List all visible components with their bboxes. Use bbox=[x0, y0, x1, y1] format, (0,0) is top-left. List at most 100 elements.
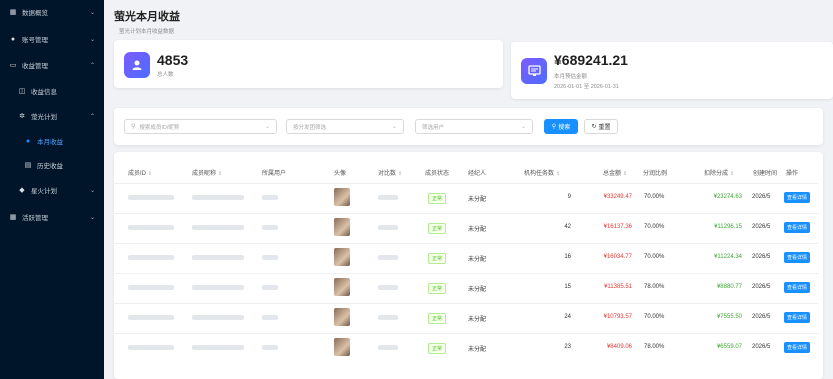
sidebar-item-activity[interactable]: ▦ 活跃管理 ⌄ bbox=[0, 209, 104, 225]
sidebar-item-label: 数据概览 bbox=[22, 10, 48, 17]
column-header[interactable]: 成员昵称 ⇕ bbox=[192, 168, 222, 177]
blurred-member-id bbox=[128, 255, 174, 260]
chevron-down-icon: ⌄ bbox=[520, 124, 526, 130]
column-header[interactable]: 扣除分成 ⇕ bbox=[704, 168, 734, 177]
blurred-user bbox=[262, 315, 278, 320]
column-header[interactable]: 成员ID ⇕ bbox=[128, 168, 152, 177]
view-detail-button[interactable]: 查看详情 bbox=[784, 342, 810, 353]
sidebar-item-overview[interactable]: ▦ 数据概览 ⌄ bbox=[0, 4, 104, 20]
blurred-member-id bbox=[128, 285, 174, 290]
sort-icon: ⇕ bbox=[398, 171, 403, 177]
total-amount-cell: ¥8409.06 bbox=[606, 344, 632, 350]
avatar bbox=[334, 188, 350, 206]
status-badge: 正常 bbox=[428, 223, 447, 234]
sparkle-icon: ✲ bbox=[19, 113, 25, 120]
sidebar-item-label: 账号管理 bbox=[22, 37, 48, 44]
sidebar-item-label: 历史收益 bbox=[37, 163, 63, 170]
sidebar-item-label: 收益管理 bbox=[22, 63, 48, 70]
column-header[interactable]: 机构任务数 ⇕ bbox=[524, 168, 560, 177]
blurred-member-id bbox=[128, 195, 174, 200]
sort-icon: ⇕ bbox=[730, 171, 735, 177]
sidebar-item-accounts[interactable]: ● 账号管理 ⌄ bbox=[0, 31, 104, 47]
ratio-cell: 78.00% bbox=[644, 284, 665, 290]
view-detail-button[interactable]: 查看详情 bbox=[784, 222, 810, 233]
group-select[interactable]: 按分发团筛选 ⌄ bbox=[286, 119, 404, 134]
sidebar-item-this-month[interactable]: ● 本月收益 bbox=[0, 133, 104, 149]
deduct-cell: ¥6559.07 bbox=[716, 344, 742, 350]
tasks-cell: 24 bbox=[564, 314, 571, 320]
column-header: 头像 bbox=[334, 168, 346, 177]
page-title: 萤光本月收益 bbox=[114, 11, 180, 23]
header-label: 成员昵称 bbox=[192, 171, 217, 177]
sidebar: ▦ 数据概览 ⌄ ● 账号管理 ⌄ ▭ 收益管理 ⌃ ◫ 收益信息 ✲ 萤光计划… bbox=[0, 0, 104, 379]
blurred-member-id bbox=[128, 315, 174, 320]
header-label: 所属用户 bbox=[262, 171, 287, 177]
agent-cell: 未分配 bbox=[468, 227, 487, 233]
blurred-user bbox=[262, 285, 278, 290]
deduct-cell: ¥11296.15 bbox=[714, 224, 742, 230]
tasks-cell: 9 bbox=[567, 194, 571, 200]
ratio-cell: 70.00% bbox=[644, 314, 665, 320]
tasks-cell: 23 bbox=[564, 344, 571, 350]
people-icon bbox=[124, 52, 150, 78]
header-label: 对比数 bbox=[378, 171, 397, 177]
sidebar-item-label: 星火计划 bbox=[31, 188, 57, 195]
tasks-cell: 15 bbox=[564, 284, 571, 290]
sidebar-item-revenue[interactable]: ▭ 收益管理 ⌃ bbox=[0, 57, 104, 73]
blurred-count bbox=[378, 255, 398, 260]
view-detail-button[interactable]: 查看详情 bbox=[784, 192, 810, 203]
blurred-member-nickname bbox=[192, 255, 244, 260]
sidebar-item-fluorescent-plan[interactable]: ✲ 萤光计划 ⌃ bbox=[0, 108, 104, 124]
stat-label: 总人数 bbox=[157, 72, 174, 78]
monitor-icon bbox=[521, 58, 547, 84]
search-input[interactable]: ⚲ 搜索成员ID/昵称 ⌄ bbox=[124, 119, 277, 134]
search-placeholder: 搜索成员ID/昵称 bbox=[139, 124, 180, 131]
search-icon: ⚲ bbox=[551, 124, 557, 130]
sidebar-item-label: 萤光计划 bbox=[31, 114, 57, 121]
status-badge: 正常 bbox=[428, 253, 447, 264]
total-amount-cell: ¥11385.51 bbox=[604, 284, 632, 290]
sidebar-item-history[interactable]: ▤ 历史收益 bbox=[0, 157, 104, 173]
agent-cell: 未分配 bbox=[468, 347, 487, 353]
blurred-count bbox=[378, 345, 398, 350]
deduct-cell: ¥23274.63 bbox=[713, 194, 742, 200]
blurred-member-nickname bbox=[192, 345, 244, 350]
agent-cell: 未分配 bbox=[468, 197, 487, 203]
search-button[interactable]: ⚲ 搜索 bbox=[544, 119, 578, 134]
chevron-up-icon: ⌃ bbox=[89, 113, 95, 120]
status-badge: 正常 bbox=[428, 313, 447, 324]
group-placeholder: 按分发团筛选 bbox=[293, 124, 327, 131]
avatar bbox=[334, 278, 350, 296]
sidebar-item-revenue-info[interactable]: ◫ 收益信息 bbox=[0, 83, 104, 99]
view-detail-button[interactable]: 查看详情 bbox=[784, 312, 810, 323]
blurred-member-nickname bbox=[192, 195, 244, 200]
sidebar-item-spark-plan[interactable]: ◆ 星火计划 ⌄ bbox=[0, 182, 104, 198]
header-label: 经纪人 bbox=[468, 171, 487, 177]
agent-cell: 未分配 bbox=[468, 317, 487, 323]
avatar bbox=[334, 218, 350, 236]
header-label: 机构任务数 bbox=[524, 171, 555, 177]
reset-button[interactable]: ↻ 重置 bbox=[584, 119, 618, 134]
avatar bbox=[334, 248, 350, 266]
chevron-down-icon: ⌄ bbox=[89, 36, 95, 43]
folder-icon: ▭ bbox=[9, 62, 17, 69]
blurred-count bbox=[378, 285, 398, 290]
column-header[interactable]: 总金额 ⇕ bbox=[603, 168, 627, 177]
sort-icon: ⇕ bbox=[148, 171, 153, 177]
refresh-icon: ↻ bbox=[591, 124, 597, 130]
column-header: 分润比例 bbox=[643, 168, 667, 177]
user-select[interactable]: 筛选用户 ⌄ bbox=[415, 119, 533, 134]
diamond-icon: ◆ bbox=[19, 187, 25, 194]
tasks-cell: 42 bbox=[564, 224, 571, 230]
blurred-member-nickname bbox=[192, 315, 244, 320]
agent-cell: 未分配 bbox=[468, 287, 487, 293]
chevron-down-icon: ⌄ bbox=[391, 124, 397, 130]
total-amount-cell: ¥16034.77 bbox=[603, 254, 632, 260]
blurred-member-nickname bbox=[192, 225, 244, 230]
view-detail-button[interactable]: 查看详情 bbox=[784, 282, 810, 293]
column-header[interactable]: 对比数 ⇕ bbox=[378, 168, 402, 177]
page-subtitle: 萤光计划本月收益数据 bbox=[119, 29, 175, 35]
date-cell: 2026/5 bbox=[752, 224, 771, 230]
view-detail-button[interactable]: 查看详情 bbox=[784, 252, 810, 263]
blurred-count bbox=[378, 225, 398, 230]
